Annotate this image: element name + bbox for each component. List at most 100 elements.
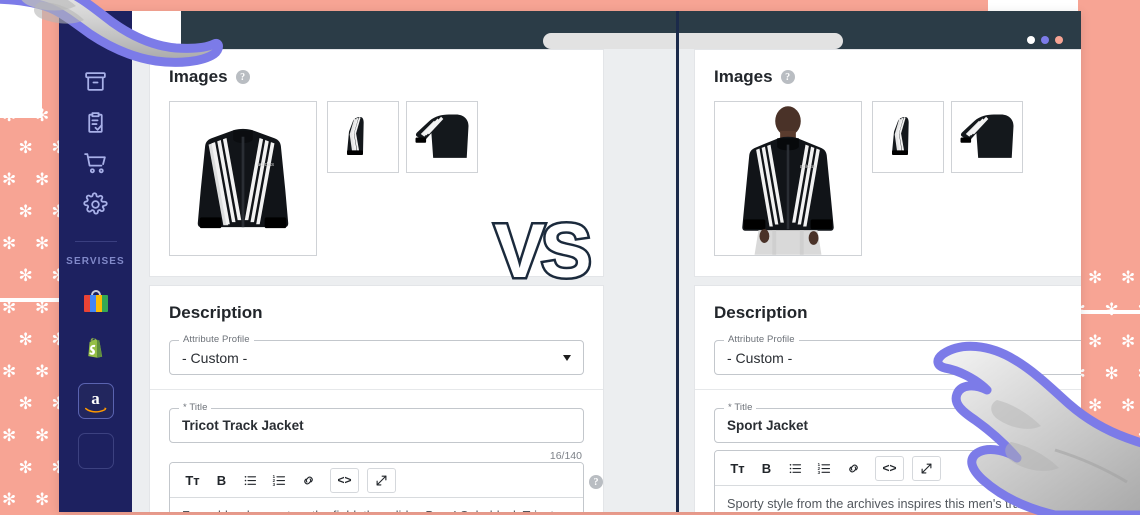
pattern-star: ✻ [19, 140, 33, 157]
images-section-title-left: Images ? [169, 67, 584, 87]
description-title-left: Description [169, 303, 584, 323]
sidebar-item-cart[interactable] [79, 149, 113, 183]
google-shopping-icon [84, 290, 108, 312]
title-character-counter-left: 16/140 [169, 447, 584, 462]
pattern-star: ✻ [2, 236, 16, 253]
images-title-text-right: Images [714, 67, 773, 87]
text-size-icon[interactable]: Tт [724, 456, 751, 480]
attribute-profile-field-right[interactable]: Attribute Profile - Custom - [714, 340, 1081, 375]
sidebar-item-orders[interactable] [79, 108, 113, 142]
help-icon[interactable]: ? [589, 475, 603, 489]
thumbnail-row-left [327, 101, 478, 173]
main-product-image-left[interactable]: adidas [169, 101, 317, 256]
images-title-text-left: Images [169, 67, 228, 87]
title-field-right[interactable]: * Title Sport Jacket [714, 408, 1081, 443]
bold-icon[interactable]: B [753, 456, 780, 480]
attribute-profile-label-left: Attribute Profile [179, 334, 254, 345]
description-title-right: Description [714, 303, 1081, 323]
svg-text:3: 3 [818, 470, 821, 475]
pattern-star: ✻ [1121, 270, 1135, 287]
rich-text-editor-left[interactable]: Tт B 123 < [169, 462, 584, 512]
expand-icon[interactable] [912, 456, 941, 481]
shopping-cart-icon [83, 151, 108, 181]
help-icon[interactable]: ? [236, 70, 250, 84]
browser-chrome-bar [181, 11, 1081, 49]
attribute-profile-label-right: Attribute Profile [724, 334, 799, 345]
window-dot-white[interactable] [1027, 36, 1035, 44]
background-white-block-left [0, 0, 42, 118]
gear-icon [83, 192, 108, 222]
attribute-profile-select-left[interactable]: - Custom - [169, 340, 584, 375]
sidebar-item-inventory[interactable] [79, 67, 113, 101]
pattern-star: ✻ [35, 108, 49, 125]
attribute-profile-value-right: - Custom - [727, 350, 792, 366]
thumbnail-image-left-1[interactable] [327, 101, 399, 173]
attribute-profile-field-left[interactable]: Attribute Profile - Custom - [169, 340, 584, 375]
window-controls [1027, 36, 1063, 44]
rich-text-editor-right[interactable]: Tт B 123 < [714, 450, 1081, 512]
title-input-left[interactable]: Tricot Track Jacket [169, 408, 584, 443]
sidebar-service-extra[interactable] [78, 433, 114, 469]
title-input-value-left: Tricot Track Jacket [182, 418, 304, 433]
editor-body-right[interactable]: Sporty style from the archives inspires … [715, 486, 1081, 512]
bullet-list-icon[interactable] [782, 456, 809, 480]
numbered-list-icon[interactable]: 123 [811, 456, 838, 480]
images-section-title-right: Images ? [714, 67, 1081, 87]
title-field-label-right: * Title [724, 402, 756, 413]
link-icon[interactable] [295, 468, 322, 492]
svg-text:adidas: adidas [800, 164, 816, 170]
sidebar-service-amazon[interactable]: a [78, 383, 114, 419]
title-input-value-right: Sport Jacket [727, 418, 808, 433]
pattern-star: ✻ [1088, 270, 1102, 287]
versus-badge: VS [473, 205, 613, 300]
clipboard-check-icon [83, 110, 108, 140]
comparison-divider [676, 11, 679, 512]
shopify-icon [84, 337, 108, 366]
numbered-list-icon[interactable]: 123 [266, 468, 293, 492]
address-bar[interactable] [543, 33, 843, 49]
main-product-image-right[interactable]: adidas [714, 101, 862, 256]
thumbnail-row-right [872, 101, 1023, 173]
section-divider-left [150, 389, 603, 390]
help-icon[interactable]: ? [781, 70, 795, 84]
title-field-left[interactable]: * Title Tricot Track Jacket [169, 408, 584, 443]
pattern-star: ✻ [19, 268, 33, 285]
title-input-right[interactable]: Sport Jacket [714, 408, 1081, 443]
thumbnail-image-right-1[interactable] [872, 101, 944, 173]
chevron-down-icon [563, 355, 571, 361]
sidebar-section-label: SERVISES [66, 256, 125, 267]
code-icon[interactable]: <> [875, 456, 904, 481]
pattern-star: ✻ [35, 236, 49, 253]
pattern-star: ✻ [19, 204, 33, 221]
window-dot-salmon[interactable] [1055, 36, 1063, 44]
pattern-star: ✻ [2, 108, 16, 125]
sidebar-service-shopify[interactable] [78, 333, 114, 369]
attribute-profile-value-left: - Custom - [182, 350, 247, 366]
attribute-profile-select-right[interactable]: - Custom - [714, 340, 1081, 375]
code-icon[interactable]: <> [330, 468, 359, 493]
expand-icon[interactable] [367, 468, 396, 493]
app-sidebar: SERVISES a [59, 11, 132, 512]
thumbnail-image-left-2[interactable] [406, 101, 478, 173]
sidebar-divider [75, 241, 117, 242]
image-gallery-right: adidas [714, 101, 1081, 256]
archive-box-icon [83, 69, 108, 99]
sidebar-service-google-shopping[interactable] [78, 283, 114, 319]
amazon-icon: a [85, 390, 107, 413]
description-card-left: Description Attribute Profile - Custom -… [149, 285, 604, 512]
pattern-star: ✻ [2, 172, 16, 189]
editor-toolbar-right: Tт B 123 < [715, 451, 1081, 486]
editor-toolbar-left: Tт B 123 < [170, 463, 583, 498]
editor-body-left[interactable]: For colder days out on the field, the ad… [170, 498, 583, 512]
product-panel-right: Images ? [694, 49, 1081, 512]
link-icon[interactable] [840, 456, 867, 480]
window-dot-purple[interactable] [1041, 36, 1049, 44]
thumbnail-image-right-2[interactable] [951, 101, 1023, 173]
sidebar-item-settings[interactable] [79, 190, 113, 224]
description-card-right: Description Attribute Profile - Custom -… [694, 285, 1081, 512]
bold-icon[interactable]: B [208, 468, 235, 492]
bullet-list-icon[interactable] [237, 468, 264, 492]
text-size-icon[interactable]: Tт [179, 468, 206, 492]
svg-text:adidas: adidas [257, 162, 274, 168]
pattern-star: ✻ [35, 172, 49, 189]
